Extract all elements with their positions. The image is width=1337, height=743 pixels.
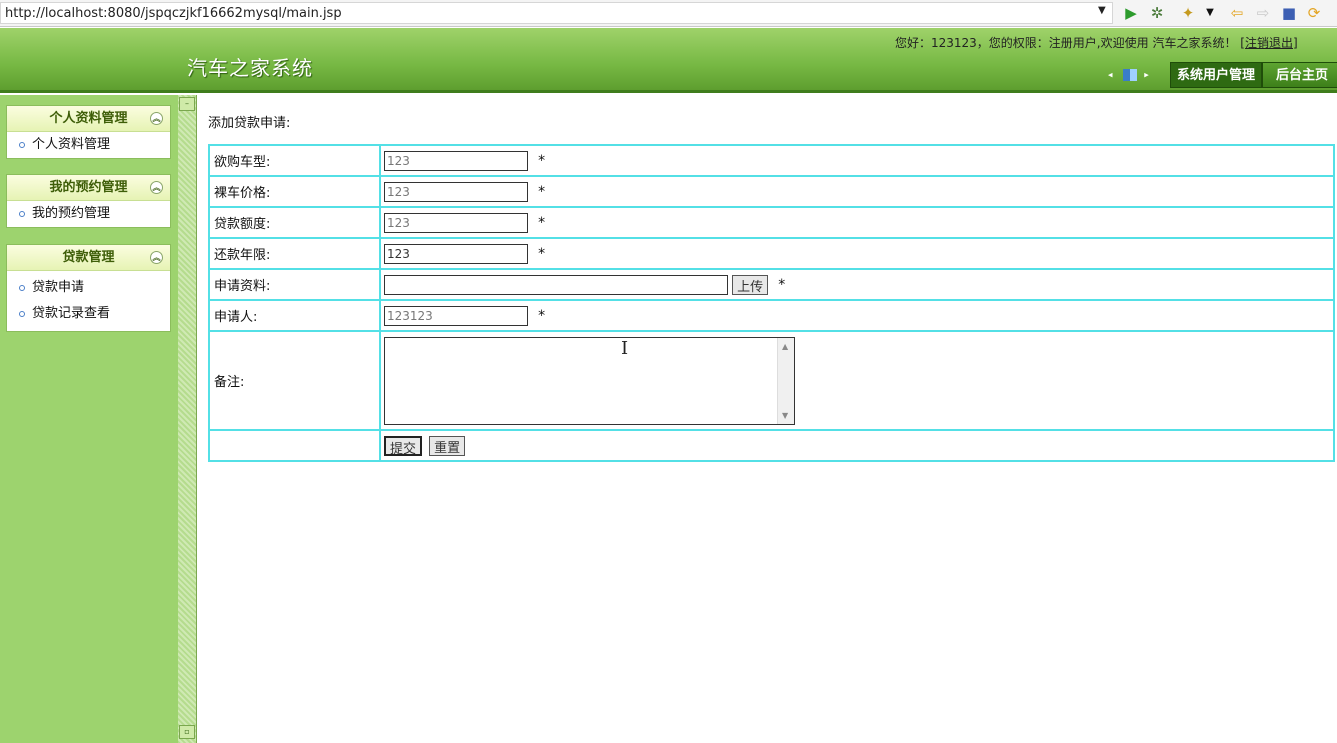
collapse-icon[interactable]: ︽ xyxy=(150,181,163,194)
back-icon[interactable]: ⇦ xyxy=(1227,3,1247,23)
reset-button[interactable]: 重置 xyxy=(429,435,466,456)
car-type-label: 欲购车型: xyxy=(208,144,381,177)
sidebar-item-profile[interactable]: 个人资料管理 xyxy=(7,132,170,158)
price-label: 裸车价格: xyxy=(208,175,381,208)
greeting-message: 您好：123123，您的权限：注册用户,欢迎使用 汽车之家系统！ xyxy=(895,36,1237,50)
textarea-scrollbar[interactable]: ▲ ▼ xyxy=(777,337,794,424)
form-field-cell: * xyxy=(379,175,1335,208)
tools-icon[interactable]: ✦ xyxy=(1178,3,1198,23)
collapse-icon[interactable]: ︽ xyxy=(150,251,163,264)
sidebar-item-label: 个人资料管理 xyxy=(32,137,111,152)
url-dropdown-icon[interactable]: ▼ xyxy=(1098,5,1106,16)
refresh-icon[interactable]: ⟳ xyxy=(1304,3,1324,23)
term-input[interactable] xyxy=(384,243,528,264)
submit-button[interactable]: 提交 xyxy=(384,435,423,457)
applicant-input[interactable] xyxy=(384,305,528,326)
form-row: 备注: ▲ ▼ xyxy=(208,330,1335,431)
logout-link[interactable]: [注销退出] xyxy=(1240,36,1297,50)
forward-icon[interactable]: ⇨ xyxy=(1253,3,1273,23)
dropdown-icon[interactable]: ▼ xyxy=(1200,3,1220,23)
page-title: 添加贷款申请: xyxy=(208,116,291,131)
required-mark: * xyxy=(538,152,546,169)
loan-application-form: 欲购车型: * 裸车价格: * 贷款额度: * 还款年限: * xyxy=(208,144,1335,462)
sidebar-item-label: 我的预约管理 xyxy=(32,206,111,221)
sidebar-item-loan-records[interactable]: 贷款记录查看 xyxy=(7,301,170,327)
menu-group-header[interactable]: 个人资料管理 ︽ xyxy=(7,106,170,132)
menu-group-reservation: 我的预约管理 ︽ 我的预约管理 xyxy=(6,174,171,228)
sidebar-item-reservation[interactable]: 我的预约管理 xyxy=(7,201,170,227)
browser-toolbar: ▼ ▶ ✲ ✦ ▼ ⇦ ⇨ ■ ⟳ xyxy=(0,0,1337,27)
required-mark: * xyxy=(538,183,546,200)
applicant-label: 申请人: xyxy=(208,299,381,332)
menu-group-profile: 个人资料管理 ︽ 个人资料管理 xyxy=(6,105,171,159)
form-row: 贷款额度: * xyxy=(208,206,1335,239)
menu-group-title: 贷款管理 xyxy=(62,250,115,265)
bullet-icon xyxy=(19,210,25,217)
material-input[interactable] xyxy=(384,274,728,295)
form-field-cell: ▲ ▼ xyxy=(379,330,1335,431)
collapse-sidebar-icon[interactable]: – xyxy=(179,97,195,111)
required-mark: * xyxy=(538,307,546,324)
tab-scroll-arrows[interactable]: ◂ ▸ xyxy=(1108,69,1153,81)
term-label: 还款年限: xyxy=(208,237,381,270)
system-title: 汽车之家系统 xyxy=(187,56,313,80)
menu-group-loan: 贷款管理 ︽ 贷款申请 贷款记录查看 xyxy=(6,244,171,332)
expand-sidebar-icon[interactable]: ▫ xyxy=(179,725,195,739)
form-field-cell: * xyxy=(379,237,1335,270)
form-row: 申请资料: 上传 * xyxy=(208,268,1335,301)
form-row: 裸车价格: * xyxy=(208,175,1335,208)
debug-icon[interactable]: ✲ xyxy=(1147,3,1167,23)
app-header: 汽车之家系统 您好：123123，您的权限：注册用户,欢迎使用 汽车之家系统！ … xyxy=(0,28,1337,93)
form-row: 欲购车型: * xyxy=(208,144,1335,177)
main-content: 添加贷款申请: 欲购车型: * 裸车价格: * 贷款额度: * 还款年限: xyxy=(198,95,1337,743)
form-row: 提交 重置 xyxy=(208,429,1335,462)
empty-cell xyxy=(208,429,381,462)
form-field-cell: * xyxy=(379,144,1335,177)
menu-group-header[interactable]: 我的预约管理 ︽ xyxy=(7,175,170,201)
menu-group-header[interactable]: 贷款管理 ︽ xyxy=(7,245,170,271)
loan-amount-label: 贷款额度: xyxy=(208,206,381,239)
remark-label: 备注: xyxy=(208,330,381,431)
sidebar-item-loan-apply[interactable]: 贷款申请 xyxy=(7,275,170,301)
tab-admin-home[interactable]: 后台主页 xyxy=(1262,62,1337,88)
scroll-down-icon[interactable]: ▼ xyxy=(782,411,788,420)
form-field-cell: 上传 * xyxy=(379,268,1335,301)
required-mark: * xyxy=(538,214,546,231)
greeting-text: 您好：123123，您的权限：注册用户,欢迎使用 汽车之家系统！ [注销退出] xyxy=(895,34,1298,51)
bullet-icon xyxy=(19,284,25,291)
price-input[interactable] xyxy=(384,181,528,202)
tab-system-users[interactable]: 系统用户管理 xyxy=(1170,62,1263,88)
bullet-icon xyxy=(19,310,25,317)
collapse-icon[interactable]: ︽ xyxy=(150,112,163,125)
form-actions: 提交 重置 xyxy=(379,429,1335,462)
stop-icon[interactable]: ■ xyxy=(1279,3,1299,23)
flag-icon xyxy=(1123,69,1138,81)
form-row: 申请人: * xyxy=(208,299,1335,332)
required-mark: * xyxy=(538,245,546,262)
form-row: 还款年限: * xyxy=(208,237,1335,270)
upload-button[interactable]: 上传 xyxy=(732,274,769,295)
car-type-input[interactable] xyxy=(384,150,528,171)
sidebar-splitter[interactable]: – ▫ xyxy=(178,95,197,743)
bullet-icon xyxy=(19,141,25,148)
sidebar-item-label: 贷款申请 xyxy=(32,280,85,295)
text-cursor-icon: I xyxy=(621,338,629,359)
form-field-cell: * xyxy=(379,206,1335,239)
scroll-up-icon[interactable]: ▲ xyxy=(782,342,788,351)
url-input[interactable] xyxy=(0,2,1113,24)
sidebar: 个人资料管理 ︽ 个人资料管理 我的预约管理 ︽ 我的预约管理 贷款管理 ︽ 贷… xyxy=(0,95,178,743)
run-icon[interactable]: ▶ xyxy=(1121,3,1141,23)
loan-amount-input[interactable] xyxy=(384,212,528,233)
menu-group-title: 我的预约管理 xyxy=(49,180,128,195)
remark-textarea[interactable]: ▲ ▼ xyxy=(384,336,795,425)
sidebar-item-label: 贷款记录查看 xyxy=(32,306,111,321)
form-field-cell: * xyxy=(379,299,1335,332)
menu-group-title: 个人资料管理 xyxy=(49,111,128,126)
material-label: 申请资料: xyxy=(208,268,381,301)
required-mark: * xyxy=(778,276,786,293)
